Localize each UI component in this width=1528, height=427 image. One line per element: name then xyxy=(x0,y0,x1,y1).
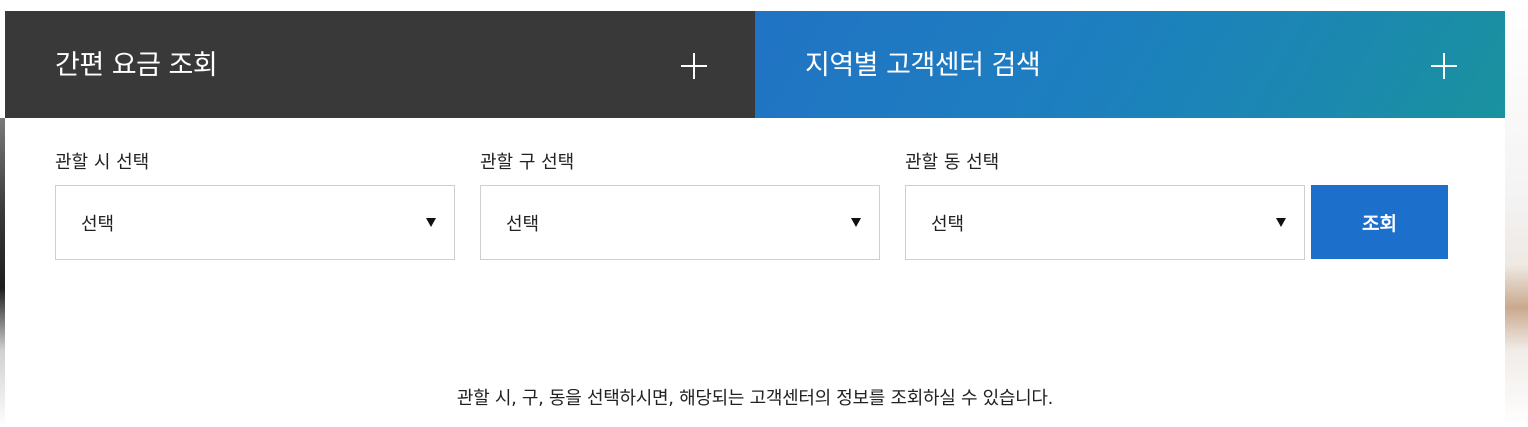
caret-down-icon xyxy=(426,218,436,227)
district-select-value: 선택 xyxy=(506,214,540,235)
dong-select[interactable]: 선택 xyxy=(905,185,1305,260)
tab-simple-fee-inquiry[interactable]: 간편 요금 조회 xyxy=(5,11,755,118)
plus-icon[interactable] xyxy=(1431,53,1457,79)
city-select-value: 선택 xyxy=(81,214,115,235)
caret-down-icon xyxy=(851,218,861,227)
tab-simple-fee-inquiry-title: 간편 요금 조회 xyxy=(55,50,218,81)
district-select[interactable]: 선택 xyxy=(480,185,880,260)
tab-regional-center-search-title: 지역별 고객센터 검색 xyxy=(805,50,1041,81)
dong-select-value: 선택 xyxy=(931,214,965,235)
plus-icon[interactable] xyxy=(681,53,707,79)
search-button[interactable]: 조회 xyxy=(1311,185,1448,259)
page-top-strip xyxy=(0,0,1528,11)
caret-down-icon xyxy=(1276,218,1286,227)
district-select-label: 관할 구 선택 xyxy=(480,152,575,173)
city-select[interactable]: 선택 xyxy=(55,185,455,260)
tab-regional-center-search[interactable]: 지역별 고객센터 검색 xyxy=(755,11,1505,118)
dong-select-label: 관할 동 선택 xyxy=(905,152,1000,173)
customer-center-search-panel: 간편 요금 조회 지역별 고객센터 검색 관할 시 선택 선택 관할 구 선택 … xyxy=(5,11,1505,427)
guide-text: 관할 시, 구, 동을 선택하시면, 해당되는 고객센터의 정보를 조회하실 수… xyxy=(456,388,1054,409)
background-image-right-edge xyxy=(1505,0,1528,427)
city-select-label: 관할 시 선택 xyxy=(55,152,150,173)
